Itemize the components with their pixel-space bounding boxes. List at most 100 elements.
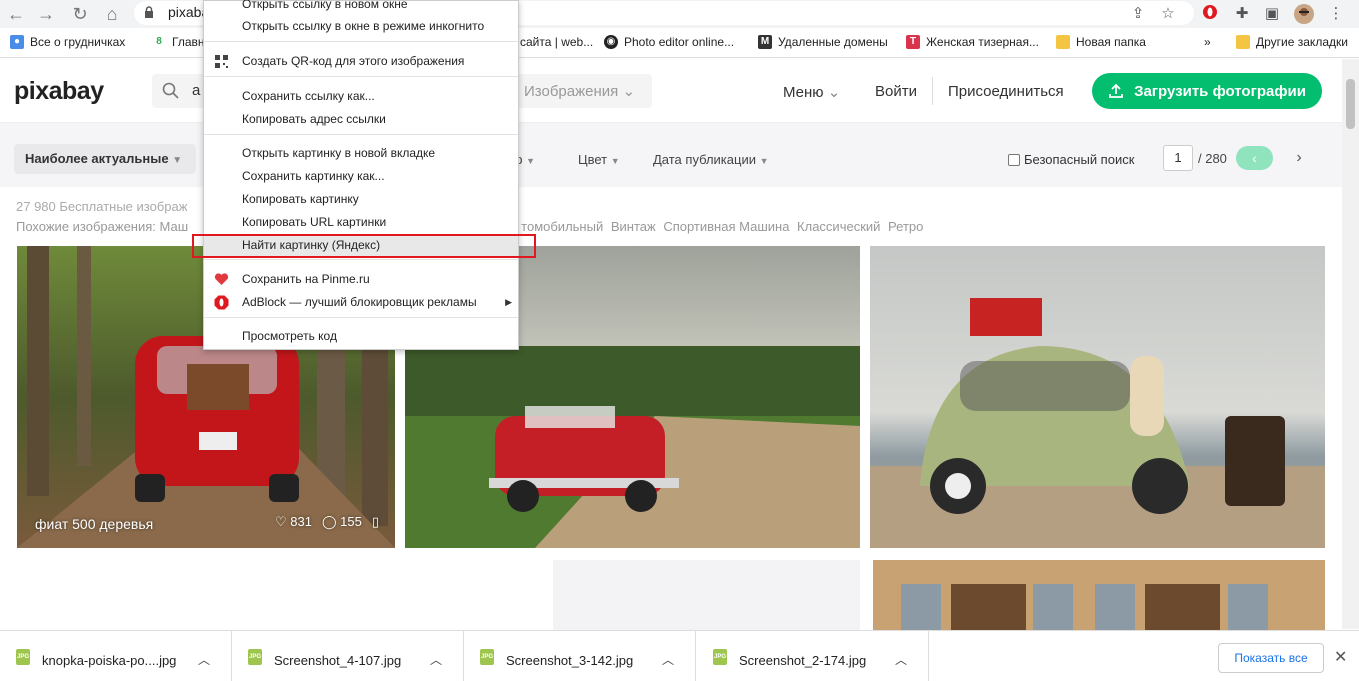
photo-building[interactable] bbox=[873, 560, 1325, 630]
menu-save-pinme[interactable]: Сохранить на Pinme.ru bbox=[204, 268, 518, 290]
similar-tag[interactable]: Классический bbox=[797, 219, 880, 234]
show-all-downloads-button[interactable]: Показать все bbox=[1218, 643, 1324, 673]
menu-inspect[interactable]: Просмотреть код bbox=[204, 325, 518, 347]
results-count: 27 980 Бесплатные изображ bbox=[16, 199, 188, 214]
search-type-dropdown[interactable]: Изображения ⌄ bbox=[524, 82, 635, 100]
prev-page-button[interactable]: ‹ bbox=[1236, 146, 1273, 170]
photo-stats: ♡ 831 ◯ 155 ▯ bbox=[275, 514, 379, 530]
menu-copy-link-address[interactable]: Копировать адрес ссылки bbox=[204, 108, 518, 130]
bookmark-item[interactable]: M Удаленные домены bbox=[758, 35, 888, 49]
bookmarks-overflow[interactable]: » bbox=[1204, 35, 1211, 49]
share-icon[interactable]: ⇪ bbox=[1128, 4, 1148, 24]
teaser-favicon-icon: T bbox=[906, 35, 920, 49]
photo-placeholder-gray[interactable] bbox=[553, 560, 860, 630]
sort-dropdown[interactable]: Наиболее актуальные ▼ bbox=[14, 144, 196, 174]
next-page-button[interactable]: › bbox=[1288, 147, 1310, 169]
adblock-icon bbox=[214, 295, 229, 310]
similar-tag[interactable]: Винтаж bbox=[611, 219, 656, 234]
similar-tag[interactable]: томобильный bbox=[521, 219, 603, 234]
download-item[interactable]: JPG Screenshot_4-107.jpg ︿ bbox=[232, 631, 464, 681]
filters-bar: Наиболее актуальные ▼ ер ▼ Цвет ▼ Дата п… bbox=[0, 123, 1342, 187]
qr-code-icon bbox=[215, 55, 228, 68]
bookmark-item[interactable]: T Женская тизерная... bbox=[906, 35, 1039, 49]
home-icon[interactable]: ⌂ bbox=[102, 4, 122, 24]
pinme-heart-icon bbox=[214, 273, 229, 285]
star-icon[interactable]: ☆ bbox=[1158, 4, 1178, 24]
context-menu: Открыть ссылку в новом окне Открыть ссыл… bbox=[203, 0, 519, 350]
page-scrollbar[interactable] bbox=[1342, 59, 1359, 629]
menu-open-link-incognito[interactable]: Открыть ссылку в окне в режиме инкогнито bbox=[204, 15, 518, 37]
upload-photos-button[interactable]: Загрузить фотографии bbox=[1092, 73, 1322, 109]
menu-open-link-new-window[interactable]: Открыть ссылку в новом окне bbox=[204, 0, 518, 15]
lock-icon bbox=[145, 6, 153, 18]
menu-copy-image-url[interactable]: Копировать URL картинки bbox=[204, 211, 518, 233]
download-item[interactable]: JPG knopka-poiska-po....jpg ︿ bbox=[0, 631, 232, 681]
extensions-puzzle-icon[interactable]: ✚ bbox=[1232, 4, 1252, 24]
chevron-left-icon: ‹ bbox=[1252, 150, 1257, 166]
jpg-file-icon: JPG bbox=[480, 649, 494, 665]
chevron-down-icon: ⌄ bbox=[622, 83, 636, 100]
bookmark-item[interactable]: сайта | web... bbox=[520, 35, 593, 49]
photo-vw-beetle[interactable] bbox=[870, 246, 1325, 548]
photo-image bbox=[873, 560, 1325, 630]
menu-save-link-as[interactable]: Сохранить ссылку как... bbox=[204, 85, 518, 107]
comment-button[interactable]: ◯ 155 bbox=[322, 514, 362, 530]
close-icon[interactable]: ✕ bbox=[1334, 647, 1347, 667]
bookmark-folder[interactable]: Новая папка bbox=[1056, 35, 1146, 49]
menu-copy-image[interactable]: Копировать картинку bbox=[204, 188, 518, 210]
sidepanel-icon[interactable]: ▣ bbox=[1262, 4, 1282, 24]
menu-dropdown[interactable]: Меню ⌄ bbox=[783, 83, 840, 101]
submenu-arrow-icon: ▶ bbox=[505, 297, 512, 307]
color-filter[interactable]: Цвет ▼ bbox=[578, 152, 620, 167]
similar-tag[interactable]: Ретро bbox=[888, 219, 923, 234]
caret-down-icon: ▼ bbox=[526, 156, 536, 166]
chevron-up-icon[interactable]: ︿ bbox=[430, 651, 442, 668]
menu-separator bbox=[204, 76, 518, 77]
opera-adblock-icon[interactable] bbox=[1200, 4, 1220, 24]
chevron-right-icon: › bbox=[1296, 149, 1302, 166]
jpg-file-icon: JPG bbox=[713, 649, 727, 665]
bookmark-item[interactable]: ● Все о грудничках bbox=[10, 35, 125, 49]
menu-separator bbox=[204, 317, 518, 318]
photo-caption: фиат 500 деревья bbox=[35, 516, 154, 532]
jpg-file-icon: JPG bbox=[16, 649, 30, 665]
more-menu-icon[interactable]: ⋮ bbox=[1326, 4, 1346, 24]
caret-down-icon: ▼ bbox=[610, 156, 620, 166]
menu-separator bbox=[204, 134, 518, 135]
safe-search-checkbox[interactable]: Безопасный поиск bbox=[1008, 152, 1134, 167]
chevron-up-icon[interactable]: ︿ bbox=[198, 651, 210, 668]
comment-icon: ◯ bbox=[321, 514, 337, 529]
bookmark-folder[interactable]: Другие закладки bbox=[1236, 35, 1348, 49]
pixabay-logo[interactable]: pixabay bbox=[14, 77, 104, 106]
menu-save-image-as[interactable]: Сохранить картинку как... bbox=[204, 165, 518, 187]
date-filter[interactable]: Дата публикации ▼ bbox=[653, 152, 769, 167]
checkbox-box[interactable] bbox=[1008, 153, 1020, 166]
back-arrow-icon[interactable]: ← bbox=[6, 4, 26, 24]
search-value: a bbox=[192, 82, 201, 99]
profile-avatar-icon[interactable] bbox=[1294, 4, 1314, 24]
menu-open-image-new-tab[interactable]: Открыть картинку в новой вкладке bbox=[204, 142, 518, 164]
downloads-bar: JPG knopka-poiska-po....jpg ︿ JPG Screen… bbox=[0, 630, 1359, 681]
forward-arrow-icon[interactable]: → bbox=[36, 4, 56, 24]
domains-favicon-icon: M bbox=[758, 35, 772, 49]
page-number-input[interactable]: 1 bbox=[1163, 145, 1193, 171]
menu-adblock[interactable]: AdBlock — лучший блокировщик рекламы ▶ bbox=[204, 291, 518, 313]
download-item[interactable]: JPG Screenshot_2-174.jpg ︿ bbox=[697, 631, 929, 681]
download-item[interactable]: JPG Screenshot_3-142.jpg ︿ bbox=[464, 631, 696, 681]
upload-icon bbox=[1109, 83, 1123, 98]
join-link[interactable]: Присоединиться bbox=[948, 83, 1064, 100]
photo-image bbox=[870, 246, 1325, 548]
bookmark-item[interactable]: ◉ Photo editor online... bbox=[604, 35, 734, 49]
chevron-up-icon[interactable]: ︿ bbox=[895, 651, 907, 668]
photo-placeholder-white[interactable] bbox=[17, 560, 552, 630]
menu-create-qr[interactable]: Создать QR-код для этого изображения bbox=[204, 50, 518, 72]
bookmark-icon[interactable]: ▯ bbox=[372, 514, 379, 530]
similar-tag[interactable]: Спортивная Машина bbox=[663, 219, 789, 234]
chevron-up-icon[interactable]: ︿ bbox=[662, 651, 674, 668]
like-button[interactable]: ♡ 831 bbox=[275, 514, 312, 530]
login-link[interactable]: Войти bbox=[875, 83, 917, 100]
photo-editor-icon: ◉ bbox=[604, 35, 618, 49]
scrollbar-thumb[interactable] bbox=[1346, 79, 1355, 129]
bookmark-item[interactable]: 8 Главн bbox=[152, 35, 204, 49]
reload-icon[interactable]: ↻ bbox=[70, 4, 90, 24]
